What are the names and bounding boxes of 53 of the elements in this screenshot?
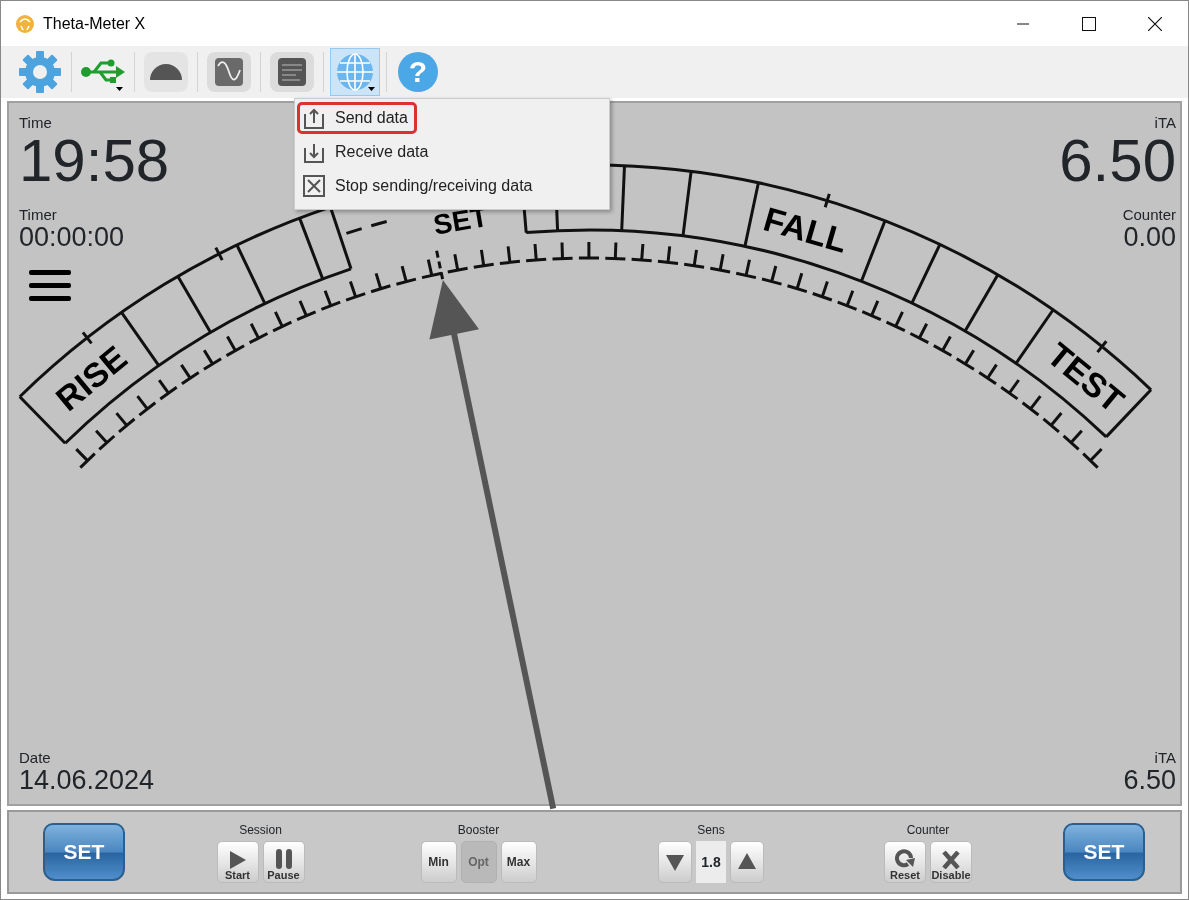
app-icon bbox=[15, 13, 35, 34]
booster-option[interactable]: Min bbox=[420, 841, 457, 883]
close-icon bbox=[1148, 16, 1162, 31]
menu-item[interactable]: Stop sending/receiving data bbox=[297, 170, 542, 202]
upload-icon bbox=[303, 107, 325, 129]
pause-button[interactable]: Pause bbox=[262, 841, 305, 883]
settings-icon bbox=[18, 50, 62, 94]
date-label: Date bbox=[19, 749, 51, 766]
date-value: 14.06.2024 bbox=[19, 765, 155, 794]
set-button[interactable]: SET bbox=[43, 823, 125, 881]
download-icon bbox=[303, 141, 325, 163]
dashed-arc bbox=[345, 219, 389, 235]
decrease-button[interactable] bbox=[658, 841, 692, 883]
ita-label: iTA bbox=[1154, 749, 1176, 766]
sens-value: 1.8 bbox=[696, 841, 726, 883]
booster-option[interactable]: Max bbox=[500, 841, 537, 883]
gauge-icon bbox=[144, 52, 188, 92]
play-button[interactable]: Start bbox=[216, 841, 259, 883]
group-label: Session bbox=[239, 822, 282, 839]
caret-icon bbox=[368, 87, 375, 91]
menu-icon[interactable] bbox=[29, 270, 71, 302]
time-label: Time bbox=[19, 115, 52, 131]
window-title: Theta-Meter X bbox=[43, 13, 146, 34]
zone-label: FALL bbox=[759, 199, 852, 260]
ita-value: 6.50 bbox=[1123, 765, 1176, 794]
group-label: Sens bbox=[697, 822, 725, 839]
ita-value: 6.50 bbox=[1059, 130, 1176, 191]
wave-chart-icon bbox=[207, 52, 251, 92]
group-label: Counter bbox=[906, 822, 950, 839]
pause-icon bbox=[275, 848, 292, 869]
disable-button[interactable]: Disable bbox=[930, 841, 972, 883]
set-button[interactable]: SET bbox=[1063, 823, 1145, 881]
menu-item[interactable]: Send data bbox=[297, 102, 417, 134]
up-triangle-icon bbox=[738, 853, 756, 872]
x-icon bbox=[942, 850, 960, 869]
increase-button[interactable] bbox=[730, 841, 764, 883]
reset-button[interactable]: Reset bbox=[884, 841, 926, 883]
list-icon bbox=[270, 52, 314, 92]
globe-icon bbox=[335, 52, 375, 92]
maximize-icon bbox=[1082, 16, 1096, 31]
menu-item[interactable]: Receive data bbox=[297, 136, 438, 168]
caret-icon bbox=[116, 87, 123, 91]
counter-label: Counter bbox=[1122, 206, 1176, 223]
cancel-box-icon bbox=[303, 175, 325, 197]
timer-value: 00:00:00 bbox=[19, 222, 125, 251]
play-icon bbox=[229, 850, 246, 869]
counter-value: 0.00 bbox=[1123, 222, 1176, 251]
time-value: 19:58 bbox=[19, 130, 170, 191]
timer-label: Timer bbox=[19, 206, 57, 223]
down-triangle-icon bbox=[666, 853, 684, 872]
refresh-icon bbox=[894, 848, 916, 869]
ita-label: iTA bbox=[1154, 115, 1176, 131]
group-label: Booster bbox=[457, 822, 500, 839]
